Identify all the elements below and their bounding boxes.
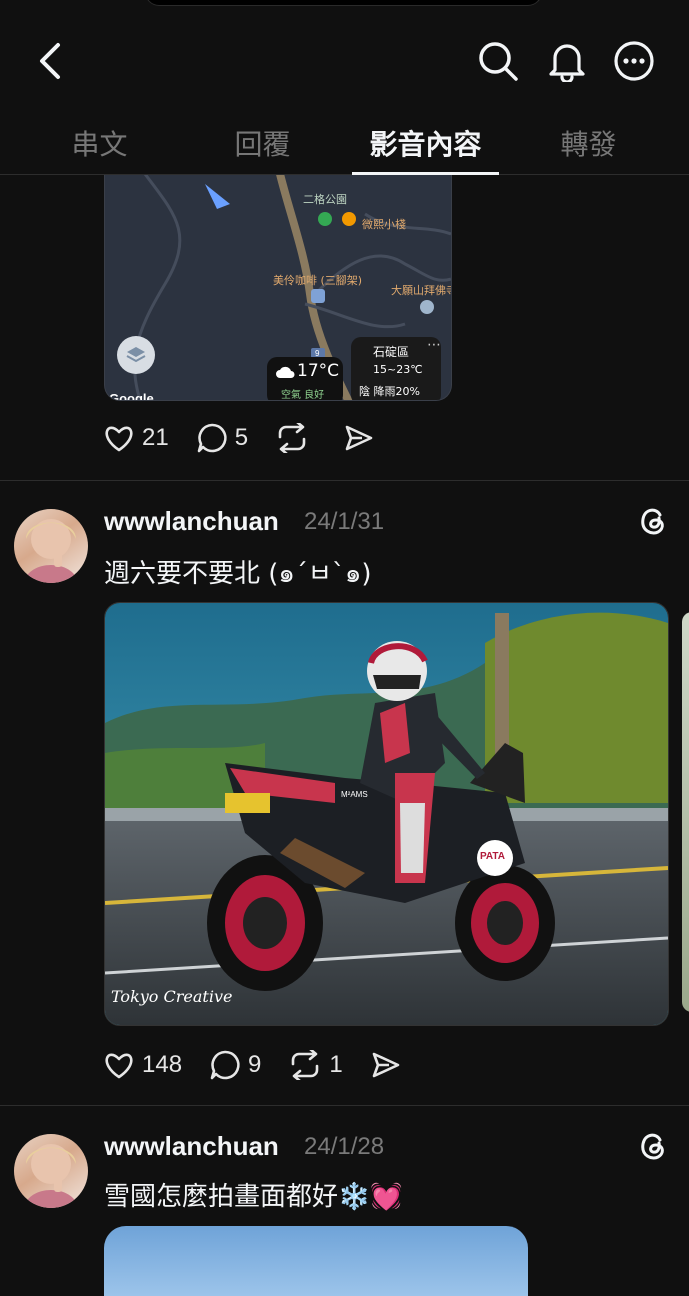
post-actions: 21 5 — [104, 423, 410, 453]
bike-sticker: PATA — [480, 851, 505, 862]
active-tab-indicator — [352, 172, 499, 175]
threads-button[interactable] — [638, 505, 670, 537]
avatar-image — [24, 519, 78, 583]
post-text: 週六要不要北 (๑´ㅂ`๑) — [104, 559, 372, 589]
post-actions: 148 9 1 — [104, 1050, 437, 1080]
username[interactable]: wwwlanchuan — [104, 506, 279, 537]
chevron-left-icon — [40, 43, 60, 79]
search-button[interactable] — [476, 39, 520, 83]
threads-logo-icon — [641, 508, 664, 535]
map-card[interactable]: 二格公園 微熙小棧 美伶咖啡 (三腳架) 大願山拜佛寺 9 Google 17°… — [104, 174, 452, 401]
post-text: 雪國怎麼拍畫面都好❄️💓 — [104, 1182, 403, 1212]
back-button[interactable] — [30, 40, 70, 82]
post-date: 24/1/28 — [304, 1133, 385, 1160]
username[interactable]: wwwlanchuan — [104, 1131, 279, 1162]
send-icon — [345, 425, 373, 451]
forecast: 陰 降雨20% — [359, 385, 420, 398]
temp-range: 15~23℃ — [373, 363, 423, 376]
repost-icon — [278, 423, 306, 453]
post-divider — [0, 480, 689, 481]
reply-button[interactable]: 5 — [197, 423, 248, 453]
post-photo[interactable]: Tokyo Creative M²AMS PATA — [104, 602, 669, 1026]
repost-button[interactable] — [276, 423, 316, 453]
like-button[interactable]: 148 — [104, 1051, 182, 1079]
comment-icon — [210, 1050, 240, 1080]
map-label: 二格公園 — [303, 193, 347, 206]
map-label: 微熙小棧 — [362, 218, 406, 231]
next-photo-preview[interactable] — [682, 612, 689, 1012]
bike-decal: M²AMS — [341, 790, 368, 799]
send-icon — [372, 1052, 400, 1078]
layers-icon — [126, 347, 146, 363]
map-attribution: Google — [109, 391, 154, 401]
weather-card[interactable]: ⋯ 石碇區 15~23℃ 陰 降雨20% — [351, 337, 441, 400]
photo-watermark: Tokyo Creative — [111, 987, 233, 1006]
comment-icon — [197, 423, 227, 453]
like-count: 21 — [142, 424, 169, 451]
tab-media[interactable]: 影音內容 — [352, 112, 499, 174]
threads-logo-icon — [641, 1133, 664, 1160]
post-divider — [0, 1105, 689, 1106]
map-label: 美伶咖啡 (三腳架) — [273, 274, 363, 287]
more-icon[interactable]: ⋯ — [427, 337, 441, 353]
more-icon — [614, 41, 654, 81]
profile-tabs: 串文 回覆 影音內容 轉發 — [0, 112, 689, 175]
avatar[interactable] — [14, 509, 88, 583]
share-button[interactable] — [371, 1051, 409, 1079]
cloud-icon — [276, 366, 295, 378]
search-icon — [479, 42, 518, 81]
tab-reposts[interactable]: 轉發 — [515, 112, 662, 174]
more-options-button[interactable] — [612, 39, 656, 83]
bell-icon — [549, 44, 585, 82]
weather-chip[interactable]: 17°C 空氣 良好 — [267, 357, 343, 401]
reply-count: 5 — [234, 424, 249, 451]
notifications-button[interactable] — [545, 39, 589, 83]
district: 石碇區 — [373, 345, 410, 359]
layers-button[interactable] — [117, 336, 155, 374]
share-button[interactable] — [344, 424, 382, 452]
air-quality: 空氣 良好 — [281, 390, 325, 401]
tab-threads[interactable]: 串文 — [26, 112, 173, 174]
like-button[interactable]: 21 — [104, 424, 169, 452]
heart-icon — [105, 1053, 133, 1079]
repost-count: 1 — [329, 1051, 343, 1078]
avatar[interactable] — [14, 1134, 88, 1208]
motorcycle-photo — [105, 603, 668, 1025]
post-photo[interactable] — [104, 1226, 528, 1296]
reply-button[interactable]: 9 — [210, 1050, 261, 1080]
weather-temp: 17°C — [297, 361, 340, 381]
status-bar-notch — [145, 0, 542, 6]
like-count: 148 — [142, 1051, 183, 1078]
post-date: 24/1/31 — [304, 508, 385, 535]
reply-count: 9 — [248, 1051, 262, 1078]
repost-icon — [292, 1050, 319, 1080]
avatar-image — [24, 1144, 78, 1208]
tab-replies[interactable]: 回覆 — [189, 112, 336, 174]
threads-button[interactable] — [638, 1130, 670, 1162]
repost-button[interactable]: 1 — [289, 1050, 343, 1080]
map-label: 大願山拜佛寺 — [391, 284, 452, 297]
heart-icon — [105, 426, 133, 452]
